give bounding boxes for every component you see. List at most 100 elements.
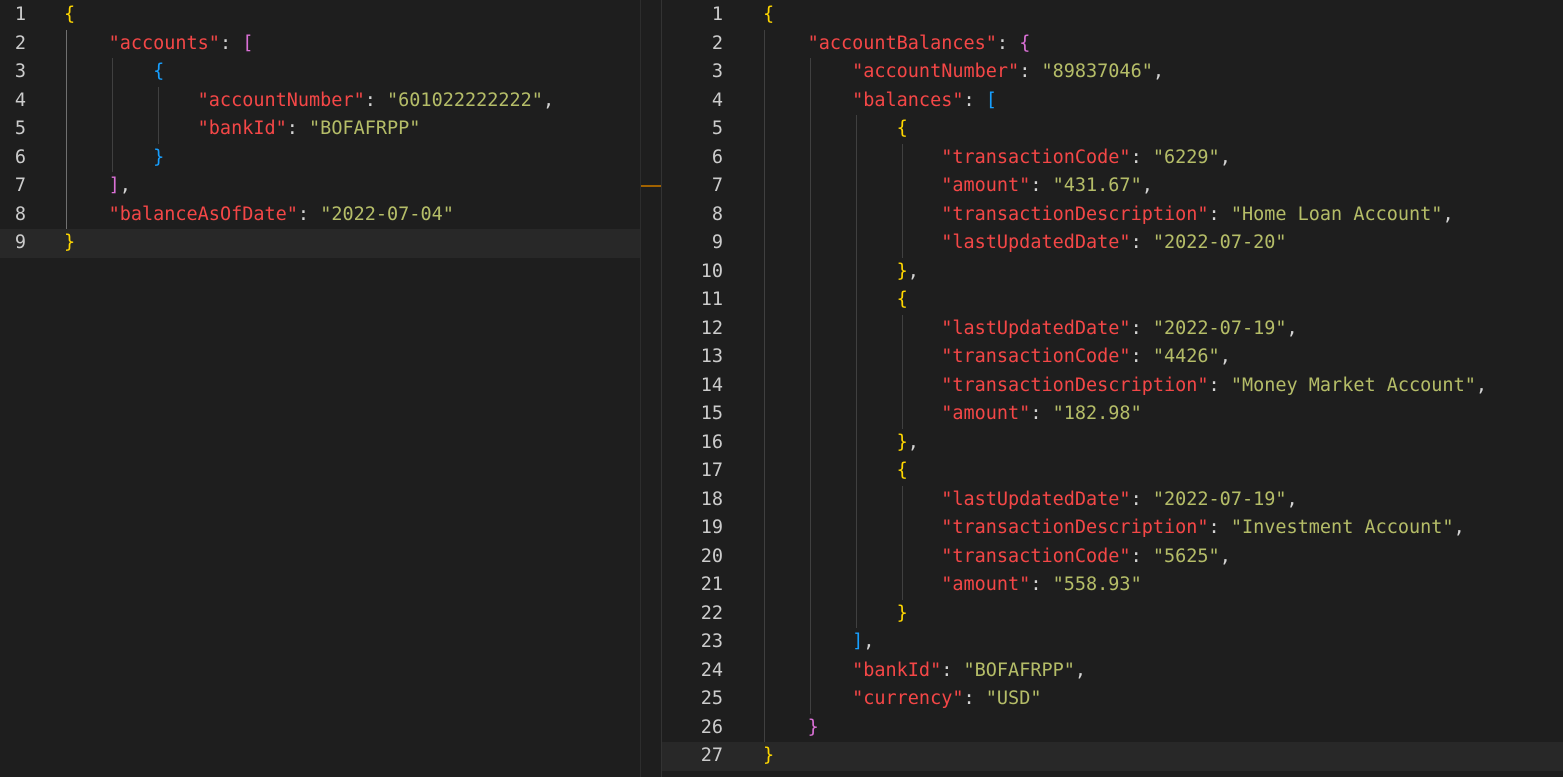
json-punctuation: , (1219, 146, 1231, 168)
code-line[interactable]: 2 "accountBalances": { (662, 30, 1563, 59)
line-number: 7 (14, 175, 26, 196)
code-line[interactable]: 15 "amount": "182.98" (662, 400, 1563, 429)
json-punctuation: : (963, 688, 986, 709)
json-string: "4426" (1152, 346, 1220, 367)
json-bracket: } (896, 431, 908, 453)
code-text: } (64, 229, 75, 258)
line-number: 9 (711, 232, 723, 253)
code-line[interactable]: 23 ], (662, 628, 1563, 657)
line-number: 6 (711, 146, 723, 168)
json-bracket: { (896, 289, 908, 310)
code-line[interactable]: 24 "bankId": "BOFAFRPP", (662, 657, 1563, 686)
code-line[interactable]: 8 "balanceAsOfDate": "2022-07-04" (0, 201, 640, 230)
diff-overview-ruler[interactable] (641, 0, 661, 777)
line-number: 4 (14, 89, 26, 111)
line-number: 11 (700, 289, 723, 310)
json-punctuation: : (1130, 545, 1153, 567)
code-line[interactable]: 7 ], (0, 172, 640, 201)
code-line[interactable]: 6 "transactionCode": "6229", (662, 144, 1563, 173)
json-bracket: { (1019, 32, 1031, 54)
line-number: 12 (700, 317, 723, 339)
indent-guide (66, 29, 67, 229)
json-key: "transactionDescription" (941, 517, 1209, 538)
indent-guide (764, 29, 765, 742)
code-line[interactable]: 19 "transactionDescription": "Investment… (662, 514, 1563, 543)
json-punctuation: : (1208, 517, 1231, 538)
code-text: "transactionCode": "6229", (763, 144, 1231, 173)
code-line[interactable]: 6 } (0, 144, 640, 173)
code-line[interactable]: 3 { (0, 58, 640, 87)
code-line[interactable]: 14 "transactionDescription": "Money Mark… (662, 372, 1563, 401)
original-editor-pane[interactable]: 1{2 "accounts": [3 {4 "accountNumber": "… (0, 0, 640, 777)
code-line[interactable]: 1{ (0, 1, 640, 30)
code-line[interactable]: 16 }, (662, 429, 1563, 458)
json-key: "currency" (852, 688, 964, 709)
json-bracket: } (807, 716, 819, 738)
modified-editor-pane[interactable]: 1{2 "accountBalances": {3 "accountNumber… (662, 0, 1563, 777)
indent-guide (112, 58, 113, 172)
code-line[interactable]: 18 "lastUpdatedDate": "2022-07-19", (662, 486, 1563, 515)
code-line[interactable]: 17 { (662, 457, 1563, 486)
indent-guide (856, 115, 857, 628)
json-punctuation (64, 33, 109, 54)
json-punctuation (763, 546, 941, 567)
code-line[interactable]: 7 "amount": "431.67", (662, 172, 1563, 201)
code-line[interactable]: 27} (662, 742, 1563, 771)
code-line[interactable]: 2 "accounts": [ (0, 30, 640, 59)
code-text: } (64, 144, 164, 173)
code-line[interactable]: 21 "amount": "558.93" (662, 571, 1563, 600)
json-punctuation (763, 318, 941, 339)
json-punctuation (763, 346, 941, 367)
json-key: "accounts" (108, 32, 220, 54)
line-number: 16 (700, 431, 723, 453)
code-line[interactable]: 4 "accountNumber": "601022222222", (0, 87, 640, 116)
code-text: "amount": "431.67", (763, 172, 1153, 201)
code-line[interactable]: 4 "balances": [ (662, 87, 1563, 116)
code-text: { (64, 1, 75, 30)
json-string: "USD" (985, 688, 1042, 709)
json-punctuation: : (219, 32, 243, 54)
diff-change-marker[interactable] (641, 185, 661, 187)
line-number: 1 (711, 4, 723, 25)
code-line[interactable]: 3 "accountNumber": "89837046", (662, 58, 1563, 87)
code-line[interactable]: 1{ (662, 1, 1563, 30)
json-bracket: } (896, 602, 908, 624)
code-line[interactable]: 12 "lastUpdatedDate": "2022-07-19", (662, 315, 1563, 344)
code-text: "accountBalances": { (763, 30, 1031, 59)
json-punctuation (763, 147, 941, 168)
json-bracket: } (896, 260, 908, 282)
json-bracket: } (64, 232, 76, 253)
json-key: "transactionCode" (941, 545, 1131, 567)
code-line[interactable]: 13 "transactionCode": "4426", (662, 343, 1563, 372)
code-line[interactable]: 26 } (662, 714, 1563, 743)
code-line[interactable]: 10 }, (662, 258, 1563, 287)
code-line[interactable]: 5 { (662, 115, 1563, 144)
code-line[interactable]: 25 "currency": "USD" (662, 685, 1563, 714)
line-number: 13 (700, 346, 723, 367)
code-line[interactable]: 9} (0, 229, 640, 258)
code-line[interactable]: 5 "bankId": "BOFAFRPP" (0, 115, 640, 144)
json-punctuation (763, 118, 897, 139)
json-bracket: [ (242, 32, 254, 54)
json-string: "2022-07-20" (1152, 232, 1287, 253)
line-number: 5 (711, 118, 723, 139)
json-punctuation: , (1219, 545, 1231, 567)
line-number: 27 (700, 745, 723, 766)
code-line[interactable]: 22 } (662, 600, 1563, 629)
json-punctuation: : (1019, 61, 1042, 82)
code-text: } (763, 714, 819, 743)
line-number: 19 (700, 517, 723, 538)
json-key: "transactionCode" (941, 346, 1131, 367)
json-punctuation: : (286, 118, 310, 139)
code-line[interactable]: 11 { (662, 286, 1563, 315)
json-punctuation (763, 90, 852, 111)
json-string: "182.98" (1052, 403, 1142, 424)
json-punctuation: , (1442, 203, 1454, 225)
code-line[interactable]: 20 "transactionCode": "5625", (662, 543, 1563, 572)
code-line[interactable]: 8 "transactionDescription": "Home Loan A… (662, 201, 1563, 230)
code-line[interactable]: 9 "lastUpdatedDate": "2022-07-20" (662, 229, 1563, 258)
json-punctuation (64, 204, 109, 225)
code-text: "amount": "182.98" (763, 400, 1142, 429)
json-string: "2022-07-19" (1152, 488, 1287, 510)
code-text: ], (64, 172, 131, 201)
